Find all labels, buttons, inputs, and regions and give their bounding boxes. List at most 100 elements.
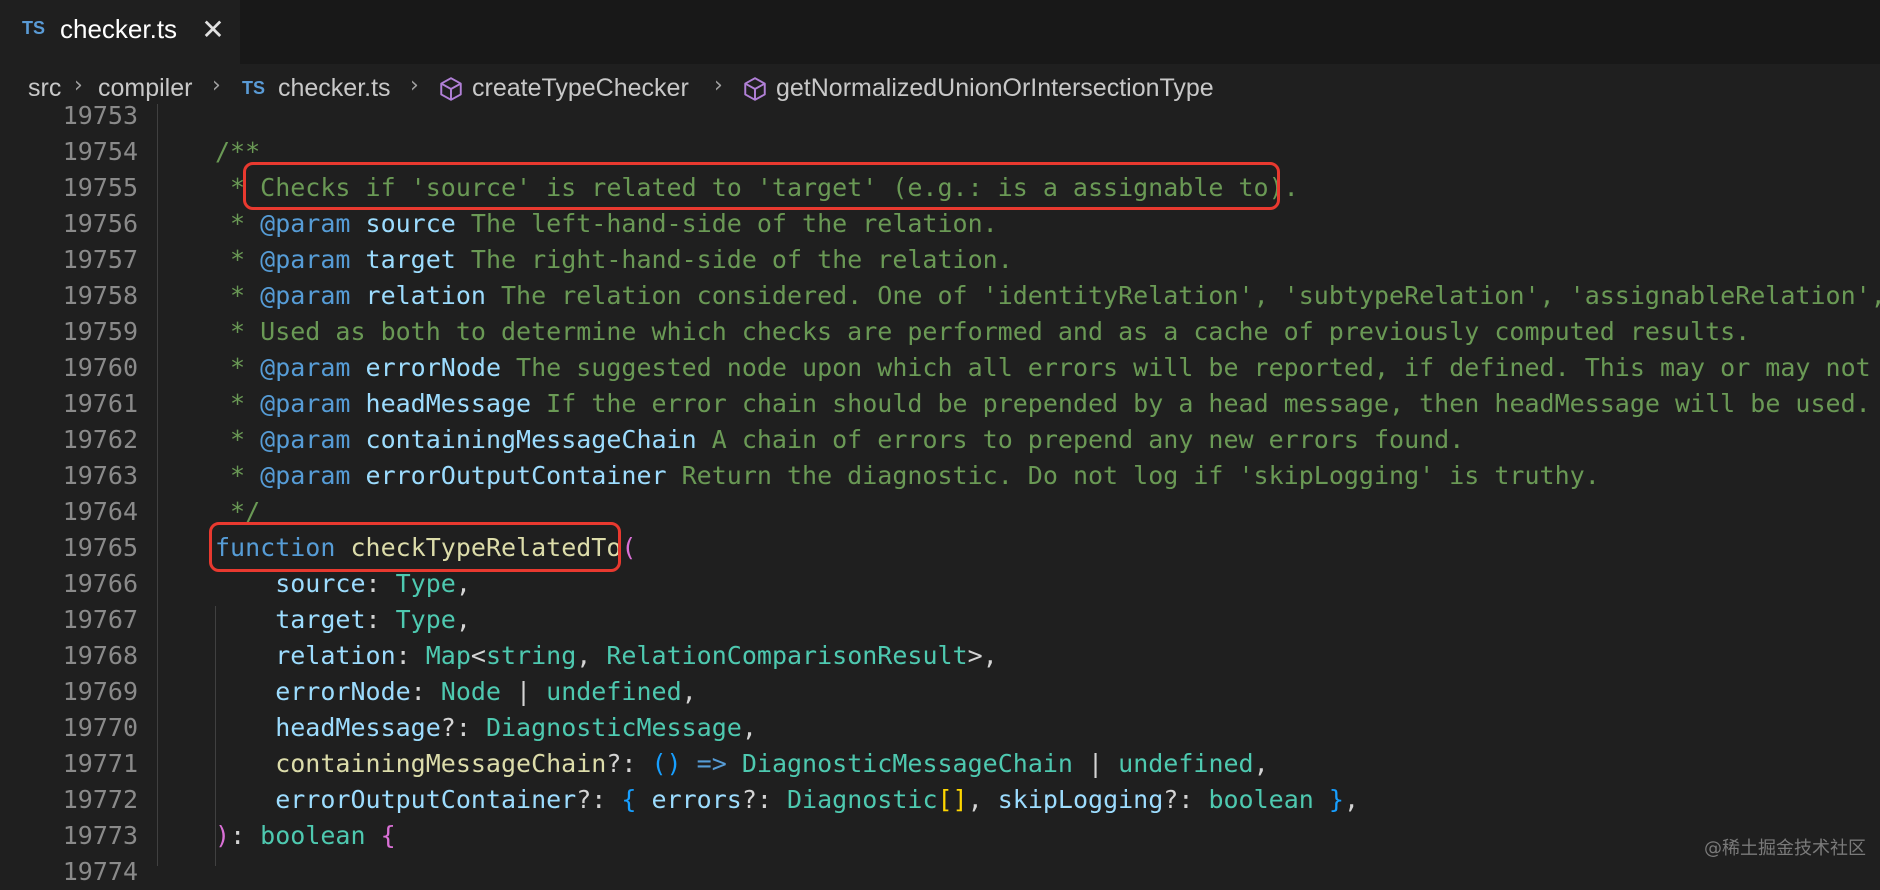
code-text: target: Type, (215, 602, 471, 638)
code-token: skipLogging (997, 785, 1164, 814)
code-token: @param (260, 461, 351, 490)
chevron-right-icon: › (714, 73, 723, 98)
code-token: , (1253, 749, 1269, 778)
code-line[interactable]: 19768 relation: Map<string, RelationComp… (0, 638, 1880, 674)
code-token: >, (967, 641, 998, 670)
code-token: @param (260, 281, 351, 310)
code-token: @param (260, 425, 351, 454)
code-token: errorOutputContainer (365, 461, 667, 490)
code-line[interactable]: 19770 headMessage?: DiagnosticMessage, (0, 710, 1880, 746)
code-token: : (365, 569, 396, 598)
code-text: ): boolean { (215, 818, 396, 854)
code-line[interactable]: 19773 ): boolean { (0, 818, 1880, 854)
line-number: 19765 (62, 533, 138, 562)
code-token: A chain of errors to prepend any new err… (696, 425, 1465, 454)
code-text: * @param errorNode The suggested node up… (215, 350, 1880, 386)
line-number: 19761 (62, 389, 138, 418)
code-token: * (215, 353, 261, 382)
tab-checker-ts[interactable]: TS checker.ts ✕ (0, 0, 240, 64)
line-number: 19764 (62, 497, 138, 526)
line-number: 19766 (62, 569, 138, 598)
code-token: relation (365, 281, 486, 310)
line-number: 19763 (62, 461, 138, 490)
line-number: 19758 (62, 281, 138, 310)
code-token: The suggested node upon which all errors… (501, 353, 1880, 382)
code-token: target (365, 245, 456, 274)
close-icon[interactable]: ✕ (198, 12, 228, 48)
code-token: : (395, 641, 426, 670)
highlight-box-comment (243, 162, 1280, 210)
code-text: headMessage?: DiagnosticMessage, (215, 710, 757, 746)
code-token: DiagnosticMessageChain (741, 749, 1073, 778)
code-token: @param (260, 389, 351, 418)
line-number: 19773 (62, 821, 138, 850)
code-text: * @param source The left-hand-side of th… (215, 206, 998, 242)
code-token: { (380, 821, 396, 850)
line-number: 19753 (62, 101, 138, 130)
code-text: * @param relation The relation considere… (215, 278, 1880, 314)
line-number: 19757 (62, 245, 138, 274)
code-token: * (215, 281, 261, 310)
code-token: | (501, 677, 547, 706)
code-token: boolean (1208, 785, 1314, 814)
code-line[interactable]: 19753 (0, 98, 1880, 134)
code-token: ?: (1163, 785, 1209, 814)
code-token: * (215, 389, 261, 418)
code-token: , (576, 641, 607, 670)
code-token: [] (937, 785, 968, 814)
code-token: , (455, 605, 471, 634)
line-number: 19768 (62, 641, 138, 670)
code-token: , (741, 713, 757, 742)
code-text: * @param target The right-hand-side of t… (215, 242, 1013, 278)
code-token: errorOutputContainer (215, 785, 577, 814)
code-token: * (215, 425, 261, 454)
line-number: 19755 (62, 173, 138, 202)
code-token: target (215, 605, 366, 634)
chevron-right-icon: › (410, 73, 419, 98)
line-number: 19771 (62, 749, 138, 778)
code-token: => (696, 749, 727, 778)
code-token: boolean (260, 821, 366, 850)
code-token: ?: (741, 785, 787, 814)
watermark: @稀土掘金技术社区 (1704, 838, 1866, 859)
code-line[interactable]: 19761 * @param headMessage If the error … (0, 386, 1880, 422)
code-line[interactable]: 19756 * @param source The left-hand-side… (0, 206, 1880, 242)
code-token: containingMessageChain (365, 425, 697, 454)
code-line[interactable]: 19760 * @param errorNode The suggested n… (0, 350, 1880, 386)
code-line[interactable]: 19763 * @param errorOutputContainer Retu… (0, 458, 1880, 494)
code-token: errorNode (215, 677, 411, 706)
highlight-box-function (209, 522, 621, 572)
code-token: containingMessageChain (215, 749, 607, 778)
code-token: { (621, 785, 637, 814)
code-line[interactable]: 19758 * @param relation The relation con… (0, 278, 1880, 314)
line-number: 19769 (62, 677, 138, 706)
code-token: RelationComparisonResult (606, 641, 968, 670)
code-line[interactable]: 19757 * @param target The right-hand-sid… (0, 242, 1880, 278)
code-token: relation (215, 641, 396, 670)
code-text: * @param errorOutputContainer Return the… (215, 458, 1600, 494)
code-token: Return the diagnostic. Do not log if 'sk… (666, 461, 1600, 490)
code-token: headMessage (365, 389, 532, 418)
code-line[interactable]: 19772 errorOutputContainer?: { errors?: … (0, 782, 1880, 818)
code-token: : (410, 677, 441, 706)
code-line[interactable]: 19771 containingMessageChain?: () => Dia… (0, 746, 1880, 782)
code-editor[interactable]: 19753 19754/** 19755 * Checks if 'source' … (0, 101, 1880, 886)
code-line[interactable]: 19767 target: Type, (0, 602, 1880, 638)
code-text: errorOutputContainer?: { errors?: Diagno… (215, 782, 1359, 818)
code-line[interactable]: 19762 * @param containingMessageChain A … (0, 422, 1880, 458)
code-text: * @param containingMessageChain A chain … (215, 422, 1464, 458)
code-line[interactable]: 19769 errorNode: Node | undefined, (0, 674, 1880, 710)
chevron-right-icon: › (212, 73, 221, 98)
line-number: 19760 (62, 353, 138, 382)
code-line[interactable]: 19759 * Used as both to determine which … (0, 314, 1880, 350)
code-token: source (215, 569, 366, 598)
code-line[interactable]: 19774 (0, 854, 1880, 890)
line-number: 19762 (62, 425, 138, 454)
code-token: | (1072, 749, 1119, 778)
